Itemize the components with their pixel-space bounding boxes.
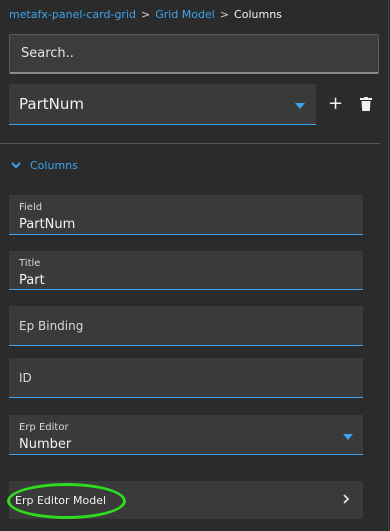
breadcrumb-separator: > [219, 7, 230, 21]
chevron-right-icon [343, 494, 350, 504]
breadcrumb-current: Columns [234, 7, 282, 21]
breadcrumb-link-panel-card-grid[interactable]: metafx-panel-card-grid [9, 8, 136, 21]
breadcrumb-separator: > [141, 7, 151, 21]
section-title: Columns [30, 158, 78, 172]
id-label: ID [19, 370, 32, 385]
add-column-button[interactable]: + [328, 93, 344, 114]
title-input[interactable]: Title Part [9, 251, 363, 290]
caret-down-icon [343, 434, 353, 440]
caret-down-icon [295, 103, 305, 109]
id-input[interactable]: ID [9, 358, 363, 398]
column-selector-dropdown[interactable]: PartNum [9, 84, 316, 125]
chevron-down-icon [11, 162, 21, 169]
columns-section-toggle[interactable]: Columns [10, 156, 78, 174]
breadcrumb-link-grid-model[interactable]: Grid Model [155, 8, 215, 21]
erp-editor-label: Erp Editor [19, 422, 69, 433]
search-input[interactable]: Search.. [9, 34, 379, 74]
delete-column-button[interactable] [360, 96, 372, 111]
erp-editor-dropdown[interactable]: Erp Editor Number [9, 415, 363, 455]
plus-icon: + [328, 93, 344, 114]
field-value: PartNum [19, 217, 76, 232]
field-input[interactable]: Field PartNum [9, 195, 363, 235]
column-selector-value: PartNum [19, 95, 84, 113]
ep-binding-input[interactable]: Ep Binding [9, 306, 363, 346]
highlight-annotation [7, 483, 126, 519]
title-value: Part [19, 273, 45, 288]
divider [0, 143, 380, 144]
title-label: Title [19, 258, 41, 269]
erp-editor-value: Number [19, 437, 72, 452]
trash-icon [360, 97, 372, 111]
ep-binding-label: Ep Binding [19, 318, 84, 333]
properties-panel: metafx-panel-card-grid > Grid Model > Co… [0, 0, 389, 531]
field-label: Field [19, 202, 43, 213]
breadcrumb: metafx-panel-card-grid > Grid Model > Co… [9, 6, 282, 22]
search-placeholder: Search.. [21, 46, 74, 61]
